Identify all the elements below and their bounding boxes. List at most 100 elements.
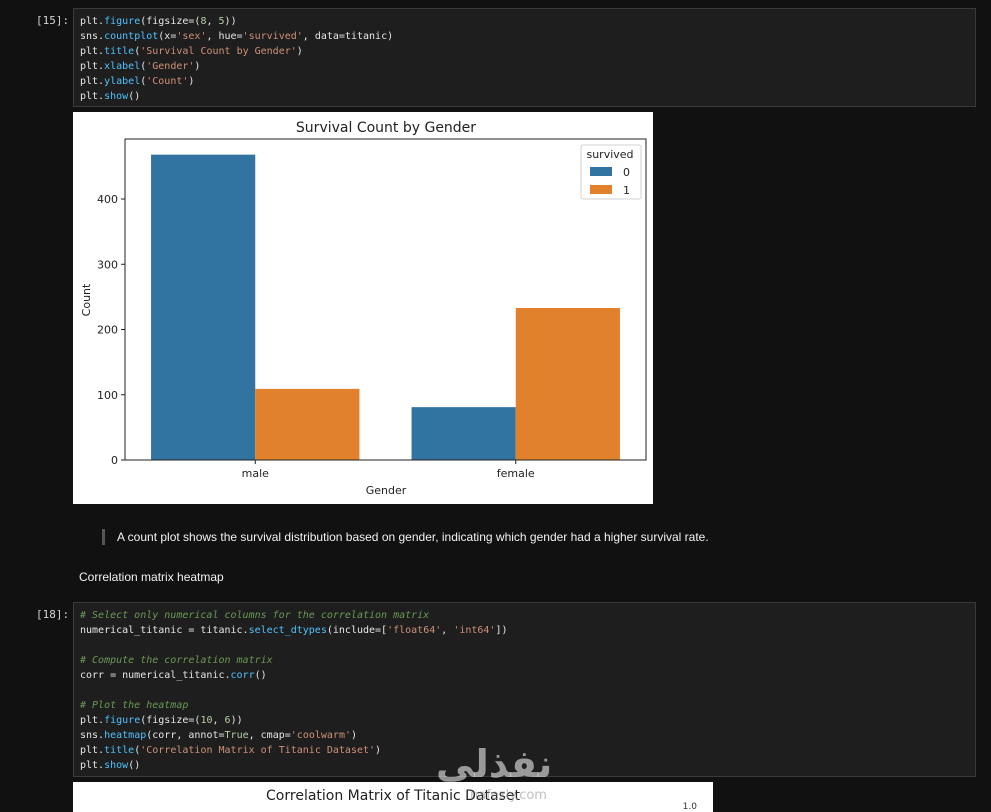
legend-label-0: 0 (623, 166, 630, 179)
code-token: plt. (80, 61, 105, 72)
code-token: figure (104, 715, 141, 726)
quote-text: A count plot shows the survival distribu… (117, 530, 709, 544)
code-token: sns. (80, 31, 105, 42)
code-token: (include=[ (326, 625, 388, 636)
code-token: , data=titanic) (302, 31, 394, 42)
code-token: 'sex' (176, 31, 207, 42)
code-token: 'Gender' (146, 61, 195, 72)
code-token: 'survived' (242, 31, 303, 42)
markdown-quote: A count plot shows the survival distribu… (102, 529, 709, 545)
code-token: 'float64' (387, 625, 442, 636)
code-token: ) (351, 730, 358, 741)
code-token: figure (104, 16, 141, 27)
code-token: , (212, 715, 225, 726)
colorbar-tick: 1.0 (682, 802, 697, 812)
y-tick-label: 100 (97, 389, 118, 402)
code-token: plt. (80, 76, 105, 87)
code-token: ) (194, 61, 201, 72)
code-line: plt.figure(figsize=(10, 6)) (80, 713, 969, 728)
code-token: xlabel (104, 61, 141, 72)
cell-prompt-18: [18]: (36, 608, 70, 621)
code-token: () (128, 91, 141, 102)
code-token: # Plot the heatmap (80, 700, 189, 711)
code-token: corr = numerical_titanic. (80, 670, 231, 681)
code-token: plt. (80, 745, 105, 756)
code-token: (x= (158, 31, 177, 42)
code-token: , hue= (206, 31, 243, 42)
watermark-url: nafezly.com (470, 788, 547, 803)
code-line: # Compute the correlation matrix (80, 653, 969, 668)
code-token: ) (296, 46, 303, 57)
code-token: ylabel (104, 76, 141, 87)
code-token: sns. (80, 730, 105, 741)
legend-title: survived (586, 148, 633, 161)
code-token: show (104, 760, 129, 771)
code-token: numerical_titanic = titanic. (80, 625, 249, 636)
code-token: plt. (80, 46, 105, 57)
code-token: select_dtypes (248, 625, 327, 636)
bar-male-survived-0 (151, 154, 256, 460)
code-token: ]) (495, 625, 508, 636)
code-token: 'Correlation Matrix of Titanic Dataset' (140, 745, 376, 756)
legend-swatch-1 (590, 185, 612, 194)
bar-female-survived-1 (515, 307, 620, 460)
code-token: plt. (80, 16, 105, 27)
code-token: plt. (80, 91, 105, 102)
x-tick-label: female (497, 467, 535, 480)
chart-title: Survival Count by Gender (296, 120, 476, 136)
cell-prompt-15: [15]: (36, 14, 70, 27)
y-tick-label: 0 (111, 454, 118, 467)
code-token: (corr, annot= (146, 730, 225, 741)
code-line: numerical_titanic = titanic.select_dtype… (80, 623, 969, 638)
legend-label-1: 1 (623, 184, 630, 197)
code-line: sns.countplot(x='sex', hue='survived', d… (80, 29, 969, 44)
code-token: )) (230, 715, 243, 726)
code-line: # Select only numerical columns for the … (80, 608, 969, 623)
code-token: countplot (104, 31, 159, 42)
code-token: plt. (80, 715, 105, 726)
code-token: # Compute the correlation matrix (80, 655, 273, 666)
y-tick-label: 400 (97, 193, 118, 206)
code-line: plt.xlabel('Gender') (80, 59, 969, 74)
chart-svg: Survival Count by Gender 0 100 200 300 400 m… (80, 120, 647, 497)
code-token: show (104, 91, 129, 102)
code-token: title (104, 46, 135, 57)
code-token: ) (188, 76, 195, 87)
code-token: plt. (80, 760, 105, 771)
code-token: (figsize=( (140, 16, 201, 27)
code-token: () (254, 670, 267, 681)
code-token: title (104, 745, 135, 756)
code-token: 'coolwarm' (290, 730, 351, 741)
code-token: , (206, 16, 219, 27)
heatmap-output: Correlation Matrix of Titanic Dataset 1.… (73, 782, 713, 812)
code-token: 'int64' (453, 625, 496, 636)
code-line: plt.figure(figsize=(8, 5)) (80, 14, 969, 29)
code-line: corr = numerical_titanic.corr() (80, 668, 969, 683)
y-axis-label: Count (80, 283, 93, 316)
code-token: )) (224, 16, 237, 27)
code-line: # Plot the heatmap (80, 698, 969, 713)
watermark-logo: نفذلي (436, 742, 553, 786)
legend-swatch-0 (590, 167, 612, 176)
code-token: , (441, 625, 454, 636)
code-line: sns.heatmap(corr, annot=True, cmap='cool… (80, 728, 969, 743)
y-tick-label: 300 (97, 258, 118, 271)
code-token: heatmap (104, 730, 147, 741)
code-line: plt.ylabel('Count') (80, 74, 969, 89)
code-token: 'Survival Count by Gender' (140, 46, 297, 57)
code-token: 'Count' (146, 76, 189, 87)
code-token: corr (230, 670, 255, 681)
code-token: () (128, 760, 141, 771)
code-token: True (224, 730, 249, 741)
x-tick-label: male (242, 467, 270, 480)
y-tick-label: 200 (97, 324, 118, 337)
code-cell-15[interactable]: plt.figure(figsize=(8, 5)) sns.countplot(… (73, 8, 976, 107)
chart-legend: survived 0 1 (580, 144, 642, 200)
code-token: , cmap= (248, 730, 291, 741)
markdown-heading: Correlation matrix heatmap (79, 570, 224, 584)
x-axis-label: Gender (366, 484, 407, 497)
survival-count-chart: Survival Count by Gender 0 100 200 300 400 m… (73, 112, 653, 504)
code-line: plt.show() (80, 89, 969, 104)
